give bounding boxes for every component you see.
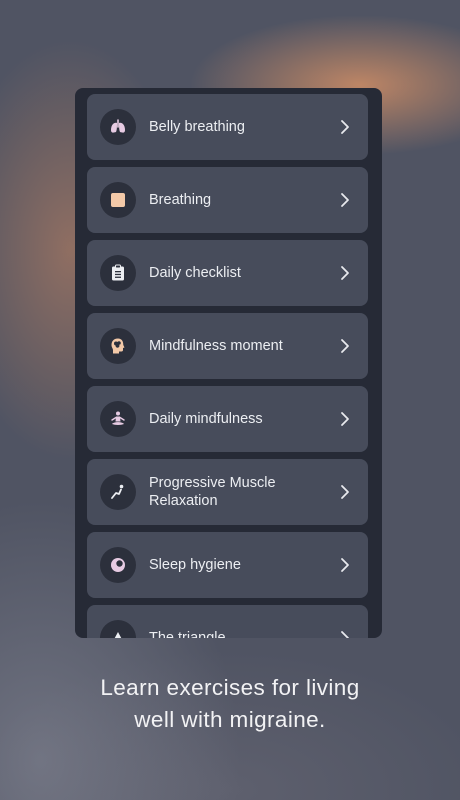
triangle-icon xyxy=(100,620,136,638)
list-item-the-triangle[interactable]: The triangle xyxy=(87,605,368,638)
list-item-breathing[interactable]: Breathing xyxy=(87,167,368,233)
caption-line-1: Learn exercises for living xyxy=(100,675,360,700)
item-label: Mindfulness moment xyxy=(149,338,283,354)
list-item-belly-breathing[interactable]: Belly breathing xyxy=(87,94,368,160)
item-label: Progressive Muscle Relaxation xyxy=(149,475,276,509)
app-screen: Belly breathing Breathing Daily checklis… xyxy=(75,88,382,638)
chevron-right-icon xyxy=(338,191,352,209)
list-item-mindfulness-moment[interactable]: Mindfulness moment xyxy=(87,313,368,379)
chevron-right-icon xyxy=(338,337,352,355)
exercise-list: Belly breathing Breathing Daily checklis… xyxy=(87,94,368,638)
muscle-relaxation-icon xyxy=(100,474,136,510)
head-brain-icon xyxy=(100,328,136,364)
list-item-daily-mindfulness[interactable]: Daily mindfulness xyxy=(87,386,368,452)
caption-line-2: well with migraine. xyxy=(134,707,326,732)
chevron-right-icon xyxy=(338,483,352,501)
chevron-right-icon xyxy=(338,556,352,574)
list-item-daily-checklist[interactable]: Daily checklist xyxy=(87,240,368,306)
promo-caption: Learn exercises for living well with mig… xyxy=(0,672,460,736)
list-item-sleep-hygiene[interactable]: Sleep hygiene xyxy=(87,532,368,598)
moon-icon xyxy=(100,547,136,583)
chevron-right-icon xyxy=(338,410,352,428)
lungs-icon xyxy=(100,109,136,145)
item-label: Belly breathing xyxy=(149,119,245,135)
clipboard-icon xyxy=(100,255,136,291)
chevron-right-icon xyxy=(338,264,352,282)
chevron-right-icon xyxy=(338,629,352,638)
square-icon xyxy=(100,182,136,218)
meditation-icon xyxy=(100,401,136,437)
item-label: Daily mindfulness xyxy=(149,411,263,427)
item-label: Daily checklist xyxy=(149,265,241,281)
chevron-right-icon xyxy=(338,118,352,136)
item-label: Breathing xyxy=(149,192,212,208)
list-item-progressive-muscle-relaxation[interactable]: Progressive Muscle Relaxation xyxy=(87,459,368,525)
item-label: Sleep hygiene xyxy=(149,557,241,573)
item-label: The triangle xyxy=(149,630,226,638)
